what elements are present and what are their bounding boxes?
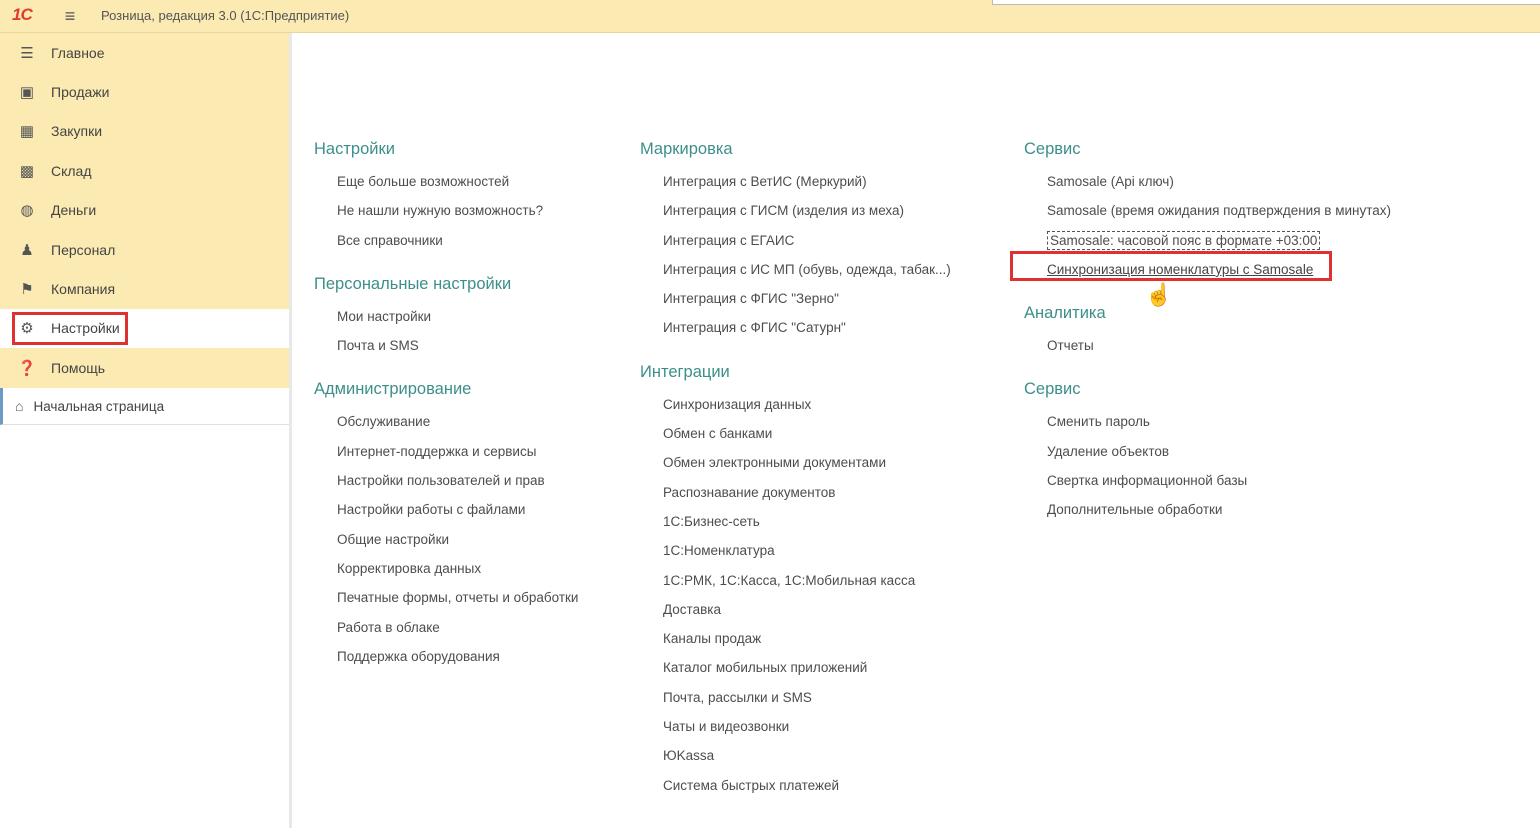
link[interactable]: Почта, рассылки и SMS: [640, 689, 951, 718]
link[interactable]: Samosale (Api ключ): [1024, 173, 1391, 202]
section-title: Настройки: [314, 140, 395, 158]
section-title: Сервис: [1024, 380, 1081, 399]
link[interactable]: Обмен с банками: [640, 425, 951, 454]
link[interactable]: Еще больше возможностей: [314, 173, 578, 202]
sidebar-item-purchases[interactable]: ▦ Закупки: [0, 112, 290, 151]
link[interactable]: Сменить пароль: [1024, 413, 1391, 442]
link[interactable]: Поддержка оборудования: [314, 648, 578, 677]
sidebar-item-label: Главное: [51, 44, 105, 61]
link[interactable]: Интеграция с ЕГАИС: [640, 232, 951, 261]
link[interactable]: Дополнительные обработки: [1024, 501, 1391, 530]
sidebar-item-help[interactable]: ❓ Помощь: [0, 348, 290, 387]
column-2: Маркировка Интеграция с ВетИС (Меркурий)…: [640, 138, 951, 806]
sidebar-item-label: Компания: [51, 281, 116, 298]
sidebar-item-settings[interactable]: ⚙ Настройки: [0, 308, 290, 349]
sidebar-item-money[interactable]: ◍ Деньги: [0, 191, 290, 230]
link[interactable]: Чаты и видеозвонки: [640, 718, 951, 747]
app-logo: 1С: [12, 5, 33, 24]
sync-samosale-link[interactable]: Синхронизация номенклатуры с Samosale: [1010, 250, 1391, 290]
homepage-label: Начальная страница: [33, 398, 165, 414]
section-title: Аналитика: [1024, 304, 1106, 323]
link[interactable]: Не нашли нужную возможность?: [314, 202, 578, 231]
flag-icon: ⚑: [20, 281, 34, 299]
link[interactable]: Интеграция с ИС МП (обувь, одежда, табак…: [640, 261, 951, 290]
sidebar-item-label: Деньги: [51, 202, 97, 219]
coin-icon: ◍: [20, 202, 34, 220]
list-icon: ☰: [20, 44, 34, 62]
link[interactable]: Система быстрых платежей: [640, 777, 951, 806]
link[interactable]: Обслуживание: [314, 413, 578, 442]
link[interactable]: Синхронизация данных: [640, 396, 951, 425]
sidebar-item-label: Помощь: [51, 359, 106, 376]
menu-icon[interactable]: ≡: [60, 6, 80, 26]
link[interactable]: Каталог мобильных приложений: [640, 659, 951, 688]
window-title: Розница, редакция 3.0 (1С:Предприятие): [101, 8, 350, 23]
settings-content: Настройки Еще больше возможностей Не наш…: [292, 33, 1540, 828]
link[interactable]: Работа в облаке: [314, 619, 578, 648]
warehouse-icon: ▩: [19, 162, 35, 180]
link-label: Samosale: часовой пояс в формате +03:00: [1047, 230, 1321, 250]
link[interactable]: Интеграция с ВетИС (Меркурий): [640, 173, 951, 202]
sidebar-item-label: Продажи: [51, 84, 110, 101]
sidebar: ☰ Главное ▣ Продажи ▦ Закупки ▩ Склад ◍ …: [0, 33, 290, 828]
section-title: Сервис: [1024, 140, 1081, 158]
link[interactable]: Настройки работы с файлами: [314, 501, 578, 530]
sidebar-item-sales[interactable]: ▣ Продажи: [0, 72, 290, 111]
sidebar-item-label: Склад: [51, 162, 92, 179]
link[interactable]: Доставка: [640, 601, 951, 630]
link[interactable]: Мои настройки: [314, 308, 578, 337]
link[interactable]: ЮKassa: [640, 747, 951, 776]
hand-cursor-icon: ☝: [1145, 282, 1173, 307]
column-3: Сервис Samosale (Api ключ) Samosale (вре…: [1010, 138, 1391, 531]
link[interactable]: Печатные формы, отчеты и обработки: [314, 589, 578, 618]
link[interactable]: Интеграция с ФГИС "Сатурн": [640, 319, 951, 348]
link[interactable]: Свертка информационной базы: [1024, 472, 1391, 501]
sidebar-item-label: Персонал: [51, 241, 116, 258]
link[interactable]: Samosale (время ожидания подтверждения в…: [1024, 202, 1391, 231]
link[interactable]: Все справочники: [314, 232, 578, 261]
search-field[interactable]: [992, 0, 1540, 5]
link[interactable]: Интеграция с ГИСМ (изделия из меха): [640, 202, 951, 231]
sidebar-item-label: Закупки: [51, 123, 103, 140]
link[interactable]: Каналы продаж: [640, 630, 951, 659]
link[interactable]: Общие настройки: [314, 531, 578, 560]
sections-panel: ☰ Главное ▣ Продажи ▦ Закупки ▩ Склад ◍ …: [0, 33, 290, 388]
home-icon: ⌂: [15, 398, 24, 414]
section-title: Интеграции: [640, 362, 730, 381]
homepage-tab[interactable]: ⌂ Начальная страница: [0, 388, 290, 425]
help-icon: ❓: [17, 359, 37, 377]
link[interactable]: Удаление объектов: [1024, 443, 1391, 472]
sidebar-item-company[interactable]: ⚑ Компания: [0, 269, 290, 308]
sidebar-item-staff[interactable]: ♟ Персонал: [0, 230, 290, 269]
highlight-box: [12, 311, 128, 345]
sidebar-item-warehouse[interactable]: ▩ Склад: [0, 151, 290, 190]
link[interactable]: Почта и SMS: [314, 337, 578, 366]
link[interactable]: Интеграция с ФГИС "Зерно": [640, 290, 951, 319]
truck-icon: ▦: [19, 123, 35, 141]
link[interactable]: 1С:Бизнес-сеть: [640, 513, 951, 542]
link[interactable]: Настройки пользователей и прав: [314, 472, 578, 501]
link[interactable]: Обмен электронными документами: [640, 454, 951, 483]
link[interactable]: 1С:РМК, 1С:Касса, 1С:Мобильная касса: [640, 572, 951, 601]
link[interactable]: Корректировка данных: [314, 560, 578, 589]
highlight-box: [1010, 250, 1332, 281]
section-title: Маркировка: [640, 140, 733, 158]
link[interactable]: 1С:Номенклатура: [640, 542, 951, 571]
sidebar-item-main[interactable]: ☰ Главное: [0, 33, 290, 72]
link[interactable]: Интернет-поддержка и сервисы: [314, 443, 578, 472]
link[interactable]: Отчеты: [1024, 337, 1391, 366]
section-title: Персональные настройки: [314, 274, 512, 293]
people-icon: ♟: [20, 241, 34, 259]
section-title: Администрирование: [314, 380, 472, 399]
cart-icon: ▣: [19, 84, 35, 102]
title-bar: 1С ≡ Розница, редакция 3.0 (1С:Предприят…: [0, 0, 1540, 33]
link[interactable]: Распознавание документов: [640, 484, 951, 513]
column-1: Настройки Еще больше возможностей Не наш…: [314, 138, 578, 677]
